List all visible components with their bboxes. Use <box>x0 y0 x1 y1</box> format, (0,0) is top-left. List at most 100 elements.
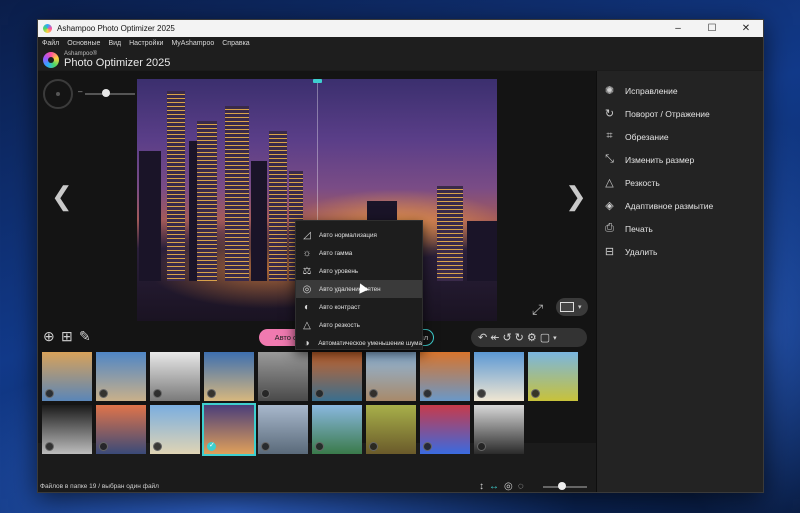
previous-image-icon[interactable]: ❮ <box>51 181 73 212</box>
clean-icon[interactable]: ✎ <box>79 328 91 345</box>
next-image-icon[interactable]: ❯ <box>565 181 587 212</box>
contrast-icon: ◐ <box>303 301 311 313</box>
tool-item[interactable]: ✺ Исправление <box>597 79 763 102</box>
select-checkbox[interactable] <box>369 442 378 451</box>
select-checkbox[interactable] <box>369 389 378 398</box>
thumbnail-seaside-village[interactable] <box>96 352 146 401</box>
thumbnail-desert-monument[interactable] <box>420 352 470 401</box>
resize-icon: ⤡ <box>605 153 614 165</box>
thumbnail-dancer[interactable] <box>420 405 470 454</box>
select-checkbox[interactable] <box>477 442 486 451</box>
thumbnail-sunset-sea[interactable] <box>96 405 146 454</box>
thumbnail-doorway-bw[interactable] <box>42 405 92 454</box>
tool-item[interactable]: ⎙ Печать <box>597 217 763 240</box>
minimize-button[interactable]: – <box>661 20 695 37</box>
menu-item[interactable]: ◐ Авто контраст <box>296 298 422 316</box>
undo-icon[interactable]: ↶ <box>478 331 487 344</box>
select-checkbox[interactable] <box>261 389 270 398</box>
select-checkbox[interactable] <box>423 442 432 451</box>
tool-item[interactable]: ⤡ Изменить размер <box>597 148 763 171</box>
menu-item[interactable]: ◿ Авто нормализация <box>296 226 422 244</box>
tools-panel: ✺ Исправление ↻ Поворот / Отражение ⌗ Обрезан… <box>596 71 763 492</box>
select-checkbox[interactable] <box>45 389 54 398</box>
color-swatch-icon[interactable]: ▢ <box>540 331 550 344</box>
menu-item-label: Авто резкость <box>319 321 360 329</box>
menu-settings[interactable]: Настройки <box>129 40 163 47</box>
status-bar: Файлов в папке 19 / выбран один файл ↕ ↔… <box>38 479 596 492</box>
zoom-out-icon[interactable]: – <box>78 87 82 96</box>
menu-myashampoo[interactable]: MyAshampoo <box>171 40 214 47</box>
app-window: Ashampoo Photo Optimizer 2025 – ☐ ✕ Файл… <box>37 19 764 493</box>
split-view-handle[interactable] <box>313 79 322 83</box>
menu-bar: Файл Основные Вид Настройки MyAshampoo С… <box>38 37 763 50</box>
thumbnail-buddha-statue[interactable] <box>366 405 416 454</box>
menu-file[interactable]: Файл <box>42 40 59 47</box>
thumbnail-harbor-town[interactable] <box>204 352 254 401</box>
menu-item[interactable]: ☼ Авто гамма <box>296 244 422 262</box>
menu-view[interactable]: Вид <box>108 40 121 47</box>
select-checkbox[interactable] <box>153 442 162 451</box>
view-mode-toggle[interactable]: ▾ <box>556 298 588 316</box>
select-checkbox[interactable] <box>261 442 270 451</box>
original-size-icon[interactable]: ◎ <box>504 481 513 492</box>
select-checkbox[interactable] <box>423 389 432 398</box>
close-button[interactable]: ✕ <box>729 20 763 37</box>
crop-icon: ⌗ <box>606 130 613 142</box>
rotate-left-icon[interactable]: ↺ <box>502 331 511 344</box>
thumbnail-city-street[interactable] <box>366 352 416 401</box>
select-checkbox[interactable] <box>45 442 54 451</box>
thumbnail-cathedral[interactable] <box>150 405 200 454</box>
menu-item[interactable]: ⚖ Авто уровень <box>296 262 422 280</box>
select-checkbox[interactable] <box>153 389 162 398</box>
loading-icon[interactable]: ◌ <box>518 481 524 492</box>
thumbnail-gondolas-bw[interactable] <box>474 405 524 454</box>
fit-width-icon[interactable]: ↔ <box>489 481 499 492</box>
menu-item[interactable]: △ Авто резкость <box>296 316 422 334</box>
select-checkbox[interactable] <box>207 389 216 398</box>
menu-help[interactable]: Справка <box>222 40 249 47</box>
thumbnail-horseshoe-bend[interactable] <box>312 352 362 401</box>
thumbnail-waterfront[interactable] <box>258 405 308 454</box>
menu-basic[interactable]: Основные <box>67 40 100 47</box>
pan-navigator[interactable] <box>43 79 73 109</box>
select-checkbox[interactable] <box>315 442 324 451</box>
thumbnail-bridge-bw[interactable] <box>150 352 200 401</box>
thumbnail-marina[interactable] <box>474 352 524 401</box>
tool-item-label: Удалить <box>625 246 658 257</box>
select-checkbox[interactable] <box>99 442 108 451</box>
settings-icon[interactable]: ⚙ <box>527 331 537 344</box>
title-bar: Ashampoo Photo Optimizer 2025 – ☐ ✕ <box>38 20 763 37</box>
thumbnail-size-handle[interactable] <box>558 482 566 490</box>
tool-item[interactable]: △ Резкость <box>597 171 763 194</box>
thumbnail-vintage-car[interactable] <box>528 352 578 401</box>
select-checkbox[interactable] <box>99 389 108 398</box>
select-checkbox[interactable] <box>207 441 216 451</box>
thumbnail-coast-cliffs[interactable] <box>42 352 92 401</box>
maximize-button[interactable]: ☐ <box>695 20 729 37</box>
tool-item[interactable]: ↻ Поворот / Отражение <box>597 102 763 125</box>
zoom-slider-handle[interactable] <box>102 89 110 97</box>
add-folder-icon[interactable]: ⊞ <box>61 328 73 345</box>
chevron-down-icon[interactable]: ▾ <box>553 334 557 342</box>
zoom-slider-track[interactable] <box>85 93 135 95</box>
thumbnail-lake-castle[interactable] <box>312 405 362 454</box>
tool-item-label: Поворот / Отражение <box>625 108 710 119</box>
tool-item[interactable]: ⌗ Обрезание <box>597 125 763 148</box>
fit-height-icon[interactable]: ↕ <box>479 481 484 492</box>
thumbnail-night-city[interactable] <box>202 403 256 456</box>
select-checkbox[interactable] <box>477 389 486 398</box>
menu-item-label: Автоматическое уменьшение шума <box>318 339 422 347</box>
rotate-right-icon[interactable]: ↻ <box>515 331 524 344</box>
app-logo <box>43 52 59 68</box>
tool-item[interactable]: ◈ Адаптивное размытие <box>597 194 763 217</box>
tool-item-label: Изменить размер <box>625 154 695 165</box>
undo-all-icon[interactable]: ↞ <box>490 331 499 344</box>
select-checkbox[interactable] <box>315 389 324 398</box>
tool-item[interactable]: ⊟ Удалить <box>597 240 763 263</box>
thumbnail-route-66[interactable] <box>258 352 308 401</box>
fullscreen-icon[interactable]: ⤢ <box>532 301 543 318</box>
select-checkbox[interactable] <box>531 389 540 398</box>
add-file-icon[interactable]: ⊕ <box>43 328 55 345</box>
tool-item-label: Резкость <box>625 177 660 188</box>
menu-item[interactable]: ◑ Автоматическое уменьшение шума <box>296 334 422 352</box>
